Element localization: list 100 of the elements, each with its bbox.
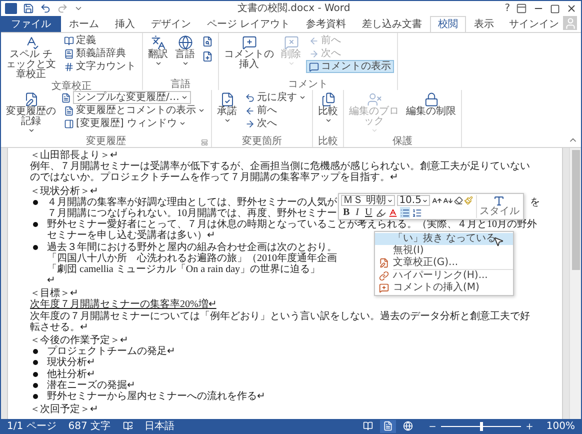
book-icon	[64, 36, 74, 46]
group-label: 比較	[318, 136, 338, 147]
caret-icon[interactable]	[74, 4, 83, 13]
lock-icon	[424, 92, 438, 107]
ribbon-button[interactable]: 翻訳	[146, 34, 170, 68]
ribbon-button[interactable]: 類義語辞典	[61, 47, 139, 60]
caret-icon	[387, 198, 394, 204]
caret-icon	[288, 60, 294, 67]
maximize-icon[interactable]	[550, 4, 560, 14]
ribbon-button[interactable]: 定義	[61, 34, 139, 47]
group-label: コメント	[288, 79, 328, 90]
dialog-launcher-icon[interactable]	[201, 139, 208, 146]
ribbon-tab[interactable]: デザイン	[143, 16, 199, 32]
bullet-icon	[33, 382, 38, 388]
ribbon-button[interactable]: コメントの挿入	[222, 34, 276, 71]
dropdown-field[interactable]: シンプルな変更履歴/…	[73, 91, 192, 104]
comment-plus-icon	[379, 282, 389, 292]
book-icon	[64, 48, 74, 58]
group-label: 変更履歴	[86, 136, 126, 147]
bold-button[interactable]: B	[341, 207, 352, 218]
document-pen-icon	[24, 92, 38, 107]
ribbon-button[interactable]: 編集の制限	[404, 91, 458, 118]
caret-icon	[299, 94, 306, 101]
eraser-icon[interactable]	[454, 196, 464, 204]
paragraph-line: セミナーを申し込む受講者は多い）↵	[47, 230, 215, 242]
ribbon-button[interactable]: 言語	[173, 34, 197, 68]
close-icon[interactable]	[566, 3, 577, 14]
bullet-icon	[33, 360, 38, 366]
ribbon-button[interactable]: 文字カウント	[61, 60, 139, 73]
bullet-icon	[33, 244, 38, 250]
ribbon-button[interactable]: 次へ	[242, 117, 309, 130]
font-dropdown[interactable]: ＭＳ 明朝	[341, 195, 396, 206]
group-label: 変更箇所	[242, 136, 282, 147]
underline-button[interactable]: U	[363, 207, 374, 218]
document-icon	[61, 92, 71, 102]
caret-icon	[198, 107, 205, 114]
ribbon-tab[interactable]: ホーム	[61, 16, 107, 32]
bullet-item-text: 現状分析↵	[47, 357, 95, 368]
paragraph-line: ↵	[47, 275, 55, 286]
bullet-list-button[interactable]	[400, 207, 410, 218]
page-count[interactable]: 1/1 ページ	[7, 420, 56, 432]
panel-icon	[64, 118, 74, 128]
proofing-icon[interactable]	[122, 421, 133, 431]
context-menu-item[interactable]: 「い」抜き なっている	[375, 232, 513, 244]
help-button[interactable]: ?	[504, 2, 510, 14]
file-tab[interactable]: ファイル	[1, 16, 61, 32]
numbered-list-icon[interactable]	[412, 208, 422, 218]
zoom-level[interactable]: 100%	[546, 420, 575, 432]
font-size-dropdown[interactable]: 10.5	[397, 195, 430, 206]
ribbon-button[interactable]: [変更履歴] ウィンドウ	[61, 117, 208, 130]
undo-icon[interactable]	[40, 3, 51, 14]
ribbon-tab[interactable]: 表示	[466, 16, 502, 32]
context-menu-item[interactable]: 文章校正(G)...	[375, 256, 513, 268]
bullet-item-text: 潜在ニーズの発掘↵	[47, 380, 135, 391]
ribbon-button[interactable]: 前へ	[242, 104, 309, 117]
ribbon-tab[interactable]: 校閲	[430, 16, 466, 32]
ribbon-tab[interactable]: 差し込み文書	[354, 16, 430, 32]
ribbon-button[interactable]: 承諾	[215, 91, 239, 125]
print-layout-button[interactable]	[380, 420, 396, 432]
ribbon-tab[interactable]: 挿入	[107, 16, 143, 32]
caret-icon	[370, 127, 378, 134]
highlighter-icon[interactable]	[376, 208, 386, 218]
zoom-in-icon[interactable]	[525, 422, 534, 430]
font-color-icon[interactable]	[388, 208, 398, 218]
style-button[interactable]: スタイル	[476, 195, 522, 218]
paragraph-line: ７月開講につなげられない。10月開講では、再度、野外セミナー	[47, 208, 337, 219]
globe-icon	[178, 35, 192, 50]
ribbon-button[interactable]: 変更履歴の記録	[4, 91, 58, 135]
scrollbar[interactable]	[569, 148, 581, 419]
ribbon-tab[interactable]: 参考資料	[298, 16, 354, 32]
ribbon-button[interactable]: 元に戻す	[242, 91, 309, 104]
document-pen-icon	[379, 258, 389, 268]
save-icon[interactable]	[23, 3, 34, 14]
ribbon-button[interactable]: 変更履歴とコメントの表示	[61, 104, 208, 117]
word-count[interactable]: 687 文字	[68, 420, 111, 432]
bullet-item-text: 他社分析↵	[47, 368, 95, 380]
language-indicator[interactable]: 日本語	[144, 420, 175, 432]
context-menu-item[interactable]: コメントの挿入(M)	[375, 282, 513, 294]
arrow-left-icon	[245, 106, 255, 116]
bullet-icon	[33, 200, 38, 205]
paragraph-line: 例年、７月開講セミナーは受講率が低下するが、企画担当側に危機感が感じられない。創意工夫が足りていない	[30, 161, 530, 172]
caret-icon	[422, 198, 428, 204]
caret-icon	[324, 117, 332, 124]
context-menu-item[interactable]: ハイパーリンク(H)...	[375, 270, 513, 282]
ribbon-button[interactable]: コメントの表示	[306, 60, 394, 73]
grow-font-icon[interactable]	[432, 196, 442, 206]
section-heading: ＜今後の作業予定＞↵	[30, 335, 128, 346]
sign-in-link[interactable]: サインイン	[505, 16, 563, 32]
context-menu-item[interactable]: 無視(I)	[375, 244, 513, 256]
shrink-font-icon[interactable]	[443, 196, 454, 206]
ribbon-button[interactable]: スペル チェックと文章校正	[4, 34, 58, 81]
bullet-item-text: 過去３年間における野外と屋内の組み合わせ企画は次のとおり。	[47, 242, 337, 252]
italic-button[interactable]: I	[354, 207, 362, 218]
bullet-icon	[33, 222, 38, 228]
caret-icon	[154, 60, 162, 67]
comment-plus-icon	[242, 35, 256, 50]
ribbon-tab[interactable]: ページ レイアウト	[199, 16, 298, 32]
zoom-slider-thumb[interactable]	[480, 422, 484, 430]
ribbon-display-icon[interactable]	[516, 3, 527, 14]
ribbon-button[interactable]: 比較	[316, 91, 340, 125]
